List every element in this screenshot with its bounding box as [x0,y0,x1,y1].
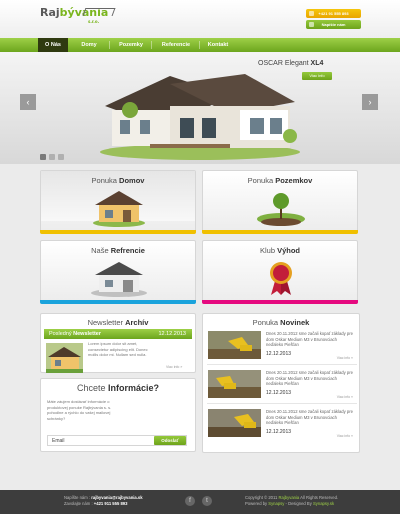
news-image [208,370,261,398]
newsletter-image [46,343,83,373]
news-more-link[interactable]: Viac info » [337,356,353,360]
land-icon [257,193,305,226]
card-klub[interactable]: Klub Výhod [202,240,358,304]
footer-phone: +421 911 555 893 [93,501,128,506]
nav-label: Kontakt [207,42,229,48]
chevron-left-icon: ‹ [26,97,30,107]
nav-item-domy[interactable]: Domy [68,38,110,52]
slider-title-a: OSCAR Elegant [258,60,311,67]
slider-dot[interactable] [58,154,64,160]
card-title: Naše Refrencie [91,246,145,255]
slider-title: OSCAR Elegant XL4 [258,60,323,67]
card-pozemky[interactable]: Ponuka Pozemkov [202,170,358,234]
card-bar-yellow [202,230,358,234]
footer-call: Zavolajte nám : +421 911 555 893 [64,501,128,506]
info-panel: Chcete Informácie? Máte záujem dostávať … [40,378,196,452]
card-title: Klub Výhod [259,246,301,255]
news-more-link[interactable]: Viac info » [337,395,353,399]
slider-prev-button[interactable]: ‹ [20,94,36,110]
news-date: 12.12.2013 [266,429,292,435]
news-text: Dnes 20.11.2012 sme začali kopať základy… [266,370,353,386]
news-image [208,409,261,437]
medal-icon [270,262,292,295]
newsletter-panel: Newsletter Archív Posledný Newsletter 12… [40,313,196,373]
chevron-right-icon: › [368,97,372,107]
card-title: Ponuka Domov [91,176,145,185]
footer-email-link[interactable]: rajbyvania@rajbyvania.sk [91,495,142,500]
phone-icon [309,11,314,16]
house-icon [93,191,145,227]
nav-item-o-nas[interactable]: O Nás [38,38,68,52]
info-title: Chcete Informácie? [76,383,160,393]
reference-house-icon [91,262,147,297]
card-domy[interactable]: Ponuka Domov [40,170,196,234]
slider-more-button[interactable]: Viac info [302,72,332,80]
news-item[interactable]: Dnes 20.11.2012 sme začali kopať základy… [207,329,357,365]
nav-label: Domy [81,42,97,48]
logo-text-a: Raj [40,6,60,19]
logo-roof-icon [82,8,116,16]
logo-sro: s.r.o. [88,19,100,24]
footer-contact: Napíšte nám : rajbyvania@rajbyvania.sk Z… [64,495,143,507]
news-text: Dnes 20.11.2012 sme začali kopať základy… [266,409,353,425]
card-referencie[interactable]: Naše Refrencie [40,240,196,304]
nav-label: Pozemky [119,42,143,48]
nav-label: O Nás [45,42,61,48]
news-panel: Ponuka Novinek Dnes 20.11.2012 sme začal… [202,313,360,453]
card-bar-yellow [40,230,196,234]
newsletter-date: 12.12.2013 [158,331,186,337]
house-image [100,74,300,160]
news-more-link[interactable]: Viac info » [337,434,353,438]
footer-copyright: Copyright © 2011 Rajbyvania All Rights R… [245,495,338,507]
newsletter-bar[interactable]: Posledný Newsletter 12.12.2013 [44,329,192,339]
hero-slider: OSCAR Elegant XL4 Viac info ‹ › [0,52,400,164]
slider-title-b: XL4 [310,60,324,67]
twitter-icon[interactable]: t [202,496,212,506]
newsletter-bar-label: Posledný Newsletter [49,331,101,337]
slider-next-button[interactable]: › [362,94,378,110]
synapsy-link[interactable]: Synapsy [268,501,284,506]
news-date: 12.12.2013 [266,351,292,357]
powered-line: Powered by Synapsy - Designed By Synapsy… [245,501,335,506]
newsletter-more-link[interactable]: Viac info » [166,365,182,369]
card-bar-blue [40,300,196,304]
news-item[interactable]: Dnes 20.11.2012 sme začali kopať základy… [207,368,357,404]
nav-item-pozemky[interactable]: Pozemky [110,38,152,52]
news-item[interactable]: Dnes 20.11.2012 sme začali kopať základy… [207,407,357,443]
slider-more-label: Viac info [309,73,325,78]
slider-dot[interactable] [40,154,46,160]
newsletter-text: Lorem ipsum dolor sit amet, consectetur … [88,341,148,357]
news-text: Dnes 20.11.2012 sme začali kopať základy… [266,331,353,347]
phone-button[interactable]: +421 91 555 893 [306,9,361,18]
info-text: Máte záujem dostávať informácie o produk… [47,399,112,421]
mail-icon [309,22,314,27]
card-bar-pink [202,300,358,304]
nav-item-referencie[interactable]: Referencie [152,38,200,52]
header: Rajbývania s.r.o. +421 91 555 893 Napíšt… [0,0,400,38]
footer: Napíšte nám : rajbyvania@rajbyvania.sk Z… [0,490,400,514]
nav-item-kontakt[interactable]: Kontakt [200,38,236,52]
facebook-icon[interactable]: f [185,496,195,506]
send-button[interactable]: Odoslať [154,436,186,445]
write-us-label: Napíšte nám [321,22,346,27]
card-title: Ponuka Pozemkov [247,176,313,185]
write-us-button[interactable]: Napíšte nám [306,20,361,29]
news-title: Ponuka Novinek [252,318,310,327]
logo[interactable]: Rajbývania s.r.o. [40,6,116,24]
slider-dot[interactable] [49,154,55,160]
newsletter-title: Newsletter Archív [87,318,149,327]
nav-label: Referencie [161,42,191,48]
news-date: 12.12.2013 [266,390,292,396]
main-nav: O Nás Domy Pozemky Referencie Kontakt [0,38,400,52]
synapsy-sk-link[interactable]: Synapsy.sk [313,501,334,506]
news-image [208,331,261,359]
phone-label: +421 91 555 893 [318,11,349,16]
